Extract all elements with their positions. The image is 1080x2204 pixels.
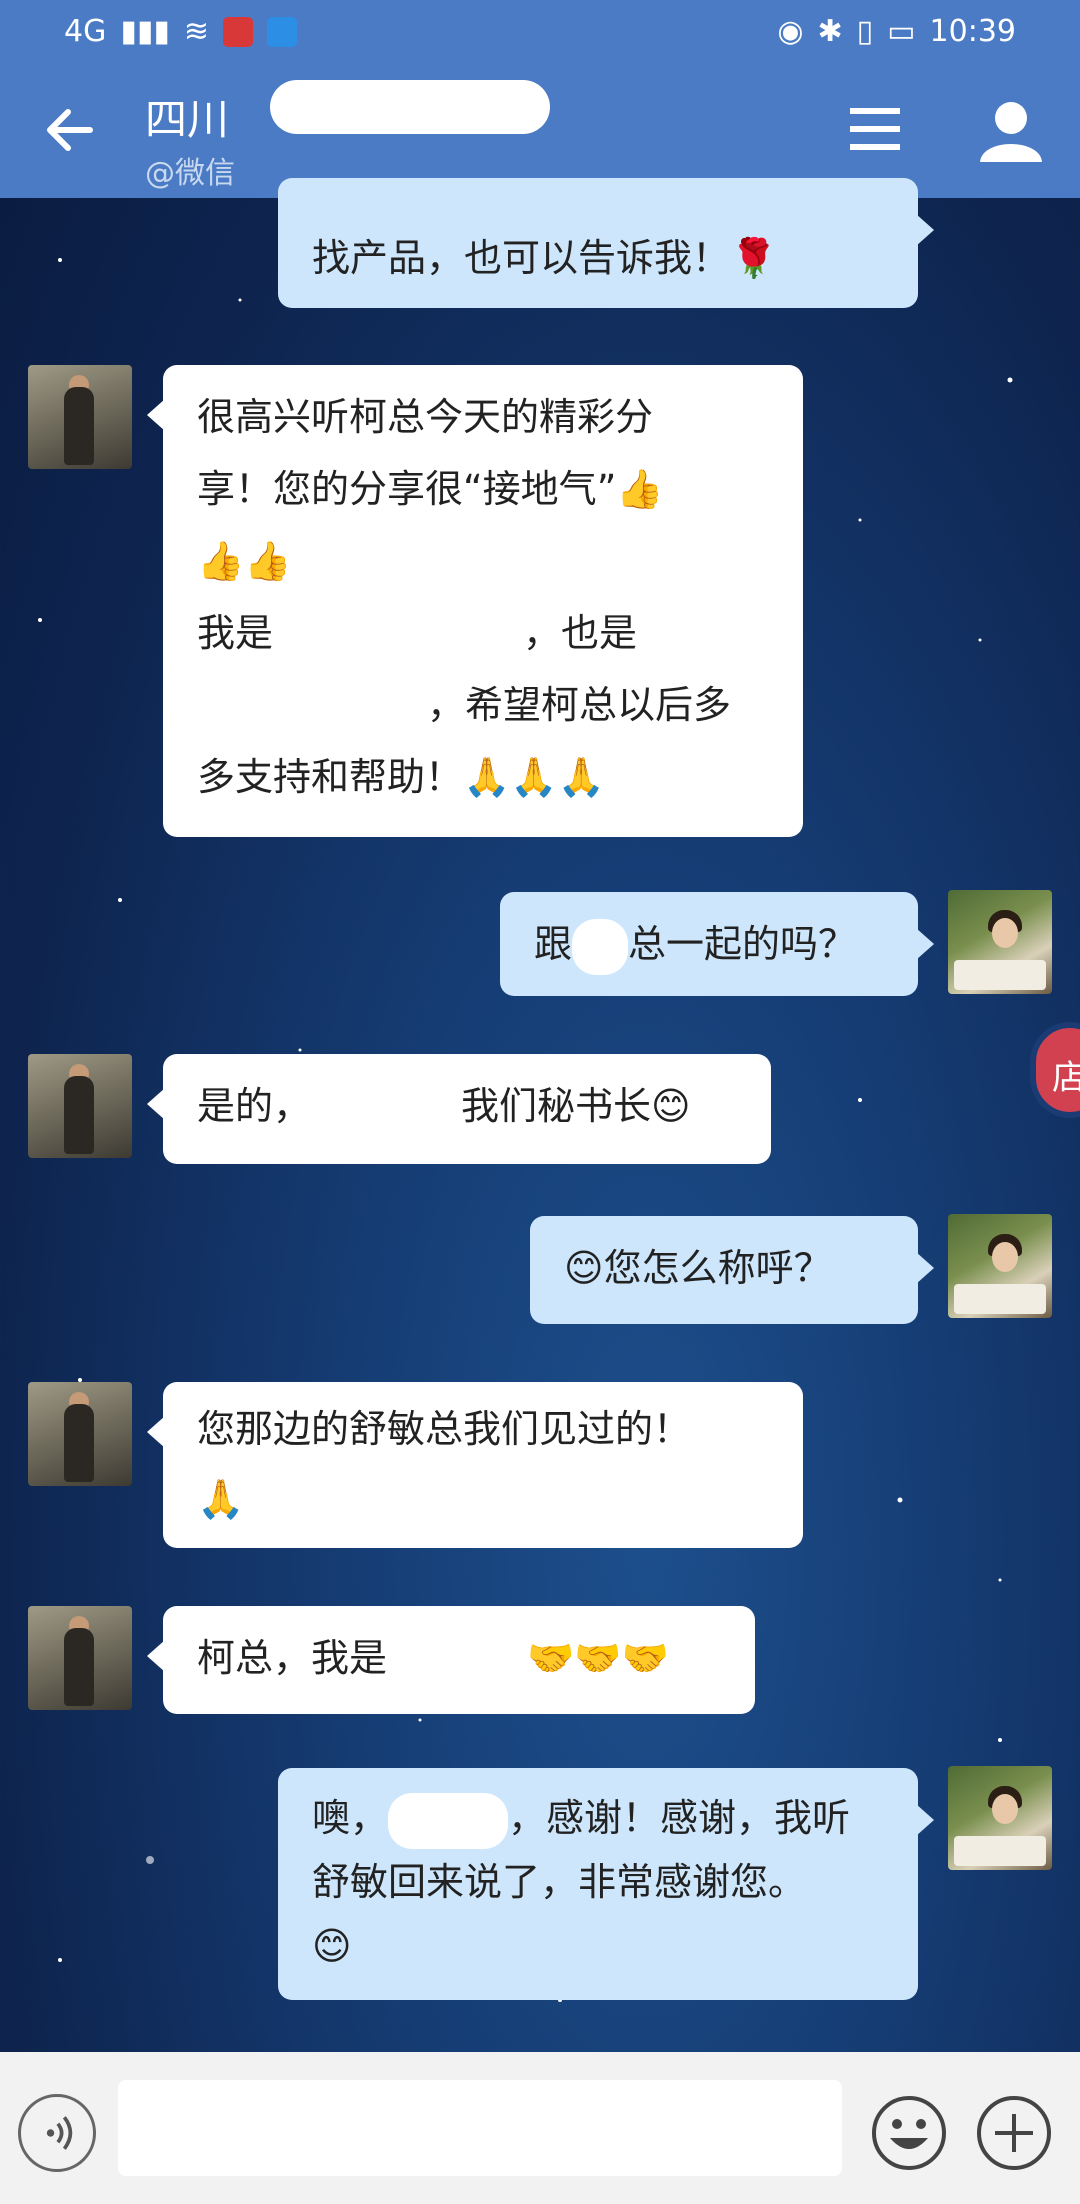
message-text: ，也是 <box>523 611 638 655</box>
message-line: 您那边的舒敏总我们见过的！ <box>197 1407 692 1451</box>
my-avatar[interactable] <box>948 890 1052 994</box>
message-line: 多支持和帮助！🙏🙏🙏 <box>197 755 605 799</box>
handshake-emoji-icon: 🤝🤝🤝 <box>527 1636 669 1680</box>
message-text: ，感谢！感谢，我听 <box>508 1796 851 1840</box>
wifi-icon: ≋ <box>183 14 210 49</box>
app-header: 4G ▮▮▮ ≋ ◉ ✱ ▯ ▭ 10:39 四川 @微信 <box>0 0 1080 198</box>
menu-icon[interactable] <box>848 104 902 154</box>
back-arrow-icon[interactable] <box>40 100 100 160</box>
message-input[interactable] <box>118 2080 842 2176</box>
smile-emoji-icon: 😊 <box>564 1246 604 1290</box>
message-line: 很高兴听柯总今天的精彩分 <box>197 395 654 439</box>
signal-icon: ▮▮▮ <box>120 14 170 49</box>
voice-icon[interactable] <box>18 2094 96 2172</box>
chat-subtitle: @微信 <box>145 156 235 191</box>
message-text: 我们秘书长 <box>461 1084 652 1128</box>
app-notification-icon-2 <box>267 16 298 47</box>
message-text: 我是 <box>197 611 274 655</box>
message-line: 舒敏回来说了，非常感谢您。 <box>312 1860 807 1904</box>
message-text: 找产品，也可以告诉我！🌹 <box>312 236 778 280</box>
message-text: 是的， <box>197 1084 312 1128</box>
message-bubble-incoming[interactable]: 很高兴听柯总今天的精彩分 享！您的分享很“接地气”👍 👍👍 我是 ，也是 ，希望柯… <box>147 365 803 837</box>
battery-icon: ▭ <box>887 14 916 49</box>
redaction <box>572 918 629 975</box>
message-text: 噢， <box>312 1796 389 1840</box>
title-redaction <box>270 80 550 134</box>
message-bubble-incoming[interactable]: 您那边的舒敏总我们见过的！ 🙏 <box>147 1382 803 1548</box>
smiley-icon[interactable] <box>870 2094 948 2172</box>
message-line: 享！您的分享很“接地气”👍 <box>197 467 664 511</box>
redaction <box>197 685 427 730</box>
contact-avatar[interactable] <box>28 365 132 469</box>
status-left: 4G ▮▮▮ ≋ <box>64 14 298 49</box>
message-line: 我是 ，也是 <box>197 597 769 669</box>
chat-title: 四川 <box>145 95 230 144</box>
vibrate-icon: ▯ <box>856 14 874 49</box>
person-icon[interactable] <box>976 98 1046 164</box>
store-float-label: 店 <box>1052 1058 1080 1098</box>
eye-icon: ◉ <box>777 14 804 49</box>
message-line: 👍👍 <box>197 539 292 583</box>
message-line: ，希望柯总以后多 <box>197 669 769 741</box>
message-text: 跟 <box>534 922 573 966</box>
message-bubble-outgoing[interactable]: 😊您怎么称呼？ <box>530 1216 934 1324</box>
clock-time: 10:39 <box>929 14 1016 49</box>
message-line: 😊 <box>312 1924 352 1968</box>
redaction <box>388 1792 509 1849</box>
message-line: 噢， ，感谢！感谢，我听 <box>312 1786 884 1850</box>
message-bubble-incoming[interactable]: 柯总，我是 🤝🤝🤝 <box>147 1606 755 1714</box>
redaction <box>273 613 524 658</box>
message-text: 您怎么称呼？ <box>603 1246 832 1290</box>
app-notification-icon <box>223 16 254 47</box>
message-text: ，希望柯总以后多 <box>427 683 732 727</box>
message-bubble-outgoing[interactable]: 跟 总一起的吗？ <box>500 892 934 996</box>
contact-avatar[interactable] <box>28 1382 132 1486</box>
plus-icon[interactable] <box>975 2094 1053 2172</box>
message-text: 总一起的吗？ <box>628 922 857 966</box>
message-line: 🙏 <box>197 1477 245 1521</box>
message-text: 柯总，我是 <box>197 1636 388 1680</box>
smile-emoji-icon: 😊 <box>651 1084 691 1128</box>
contact-avatar[interactable] <box>28 1606 132 1710</box>
status-bar: 4G ▮▮▮ ≋ ◉ ✱ ▯ ▭ 10:39 <box>0 0 1080 64</box>
status-right: ◉ ✱ ▯ ▭ 10:39 <box>777 14 1016 49</box>
my-avatar[interactable] <box>948 1766 1052 1870</box>
message-bubble-outgoing[interactable]: 噢， ，感谢！感谢，我听 舒敏回来说了，非常感谢您。 😊 <box>278 1768 934 2000</box>
message-bubble-incoming[interactable]: 是的， 我们秘书长😊 <box>147 1054 771 1164</box>
contact-avatar[interactable] <box>28 1054 132 1158</box>
my-avatar[interactable] <box>948 1214 1052 1318</box>
network-label: 4G <box>64 14 107 49</box>
message-bubble-outgoing[interactable]: 找产品，也可以告诉我！🌹 <box>278 178 934 308</box>
bluetooth-icon: ✱ <box>817 14 843 49</box>
input-bar <box>0 2052 1080 2204</box>
